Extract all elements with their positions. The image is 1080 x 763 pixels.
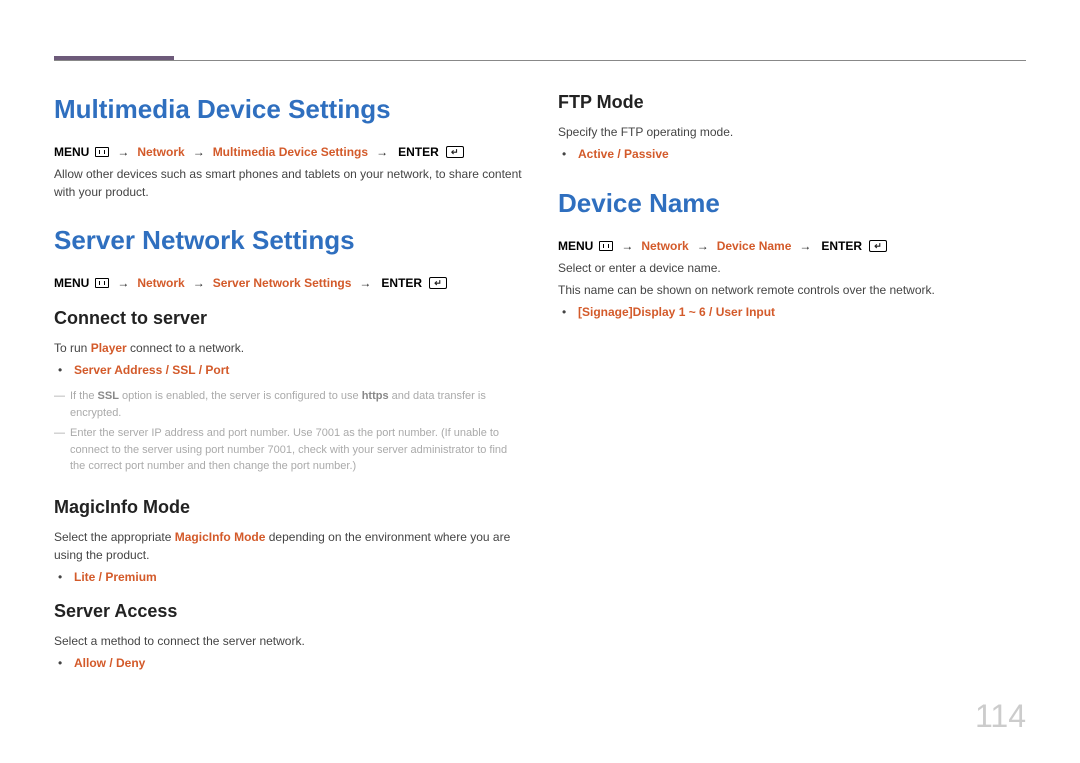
body-access: Select a method to connect the server ne… <box>54 632 522 650</box>
options-connect: Server Address / SSL / Port <box>54 361 522 380</box>
options-devicename: [Signage]Display 1 ~ 6 / User Input <box>558 303 1026 322</box>
label-ssl: SSL <box>98 390 119 402</box>
body-devicename-2: This name can be shown on network remote… <box>558 281 1026 299</box>
text: Select the appropriate <box>54 530 175 544</box>
heading-server: Server Network Settings <box>54 225 522 256</box>
menupath-item: Server Network Settings <box>213 276 352 290</box>
options-ftp: Active / Passive <box>558 145 1026 164</box>
arrow-icon: → <box>193 276 205 290</box>
label-https: https <box>362 390 389 402</box>
menupath-multimedia: MENU → Network → Multimedia Device Setti… <box>54 145 522 159</box>
enter-icon: ↵ <box>869 240 887 252</box>
option-lite-premium: Lite / Premium <box>70 568 522 587</box>
body-multimedia: Allow other devices such as smart phones… <box>54 165 522 201</box>
body-devicename-1: Select or enter a device name. <box>558 259 1026 277</box>
section-server: Server Network Settings MENU → Network →… <box>54 225 522 673</box>
heading-connect: Connect to server <box>54 308 522 329</box>
options-access: Allow / Deny <box>54 654 522 673</box>
arrow-icon: → <box>697 239 709 253</box>
heading-multimedia: Multimedia Device Settings <box>54 94 522 125</box>
page-number: 114 <box>975 698 1026 735</box>
heading-ftp: FTP Mode <box>558 92 1026 113</box>
menu-icon <box>95 147 109 157</box>
arrow-icon: → <box>117 276 129 290</box>
arrow-icon: → <box>193 145 205 159</box>
menupath-server: MENU → Network → Server Network Settings… <box>54 276 522 290</box>
menupath-network: Network <box>137 276 184 290</box>
menupath-network: Network <box>137 145 184 159</box>
menu-icon <box>599 241 613 251</box>
menupath-menu-label: MENU <box>558 239 593 253</box>
label-player: Player <box>91 341 127 355</box>
menupath-enter-label: ENTER <box>821 239 862 253</box>
text: connect to a network. <box>127 341 244 355</box>
page-content: Multimedia Device Settings MENU → Networ… <box>54 48 1026 697</box>
menupath-menu-label: MENU <box>54 276 89 290</box>
body-connect: To run Player connect to a network. <box>54 339 522 357</box>
note-ssl: If the SSL option is enabled, the server… <box>54 388 522 421</box>
arrow-icon: → <box>117 145 129 159</box>
option-server-address: Server Address / SSL / Port <box>70 361 522 380</box>
menupath-menu-label: MENU <box>54 145 89 159</box>
section-devicename: Device Name MENU → Network → Device Name… <box>558 188 1026 322</box>
arrow-icon: → <box>359 276 371 290</box>
menupath-item: Multimedia Device Settings <box>213 145 368 159</box>
heading-access: Server Access <box>54 601 522 622</box>
text: If the <box>70 390 98 402</box>
section-multimedia: Multimedia Device Settings MENU → Networ… <box>54 94 522 201</box>
option-allow-deny: Allow / Deny <box>70 654 522 673</box>
options-magicinfo: Lite / Premium <box>54 568 522 587</box>
text: To run <box>54 341 91 355</box>
heading-devicename: Device Name <box>558 188 1026 219</box>
text: option is enabled, the server is configu… <box>119 390 362 402</box>
enter-icon: ↵ <box>429 277 447 289</box>
arrow-icon: → <box>621 239 633 253</box>
note-port: Enter the server IP address and port num… <box>54 425 522 475</box>
section-ftp: FTP Mode Specify the FTP operating mode.… <box>558 92 1026 164</box>
body-ftp: Specify the FTP operating mode. <box>558 123 1026 141</box>
menupath-enter-label: ENTER <box>381 276 422 290</box>
label-magicinfo-mode: MagicInfo Mode <box>175 530 266 544</box>
body-magicinfo: Select the appropriate MagicInfo Mode de… <box>54 528 522 564</box>
menu-icon <box>95 278 109 288</box>
menupath-item: Device Name <box>717 239 792 253</box>
top-divider <box>54 60 1026 61</box>
menupath-network: Network <box>641 239 688 253</box>
menupath-devicename: MENU → Network → Device Name → ENTER ↵ <box>558 239 1026 253</box>
option-active-passive: Active / Passive <box>574 145 1026 164</box>
menupath-enter-label: ENTER <box>398 145 439 159</box>
arrow-icon: → <box>376 145 388 159</box>
arrow-icon: → <box>799 239 811 253</box>
heading-magicinfo: MagicInfo Mode <box>54 497 522 518</box>
option-signage-display: [Signage]Display 1 ~ 6 / User Input <box>574 303 1026 322</box>
enter-icon: ↵ <box>446 146 464 158</box>
